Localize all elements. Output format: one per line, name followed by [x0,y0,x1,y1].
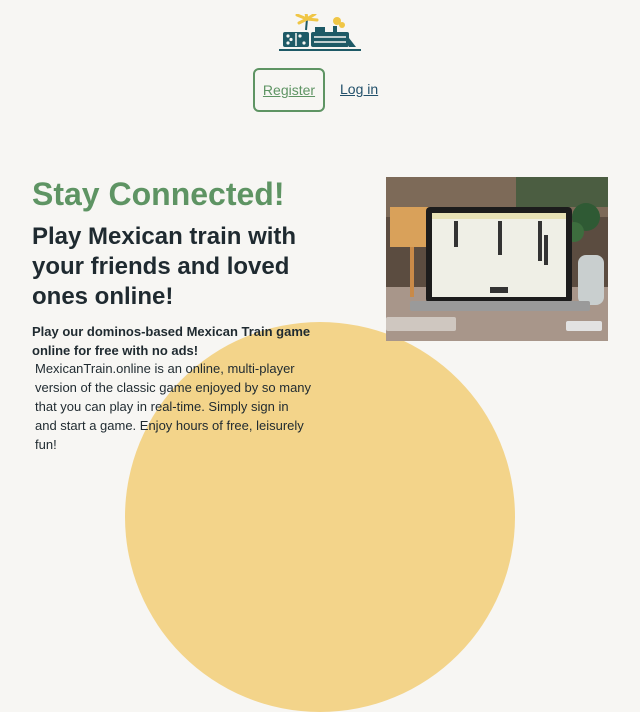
hero-lead-text: Play our dominos-based Mexican Train gam… [32,324,311,358]
register-button[interactable]: Register [253,68,325,112]
auth-bar: Register Log in [0,68,640,114]
laptop-game-illustration [386,177,608,341]
laptop-game-photo [386,177,608,341]
login-link[interactable]: Log in [340,81,378,97]
hero-subheadline: Play Mexican train with your friends and… [32,223,297,310]
hero-description: MexicanTrain.online is an online, multi-… [35,361,312,452]
train-domino-logo-icon[interactable] [279,14,361,54]
hero-headline: Stay Connected! [32,176,285,212]
